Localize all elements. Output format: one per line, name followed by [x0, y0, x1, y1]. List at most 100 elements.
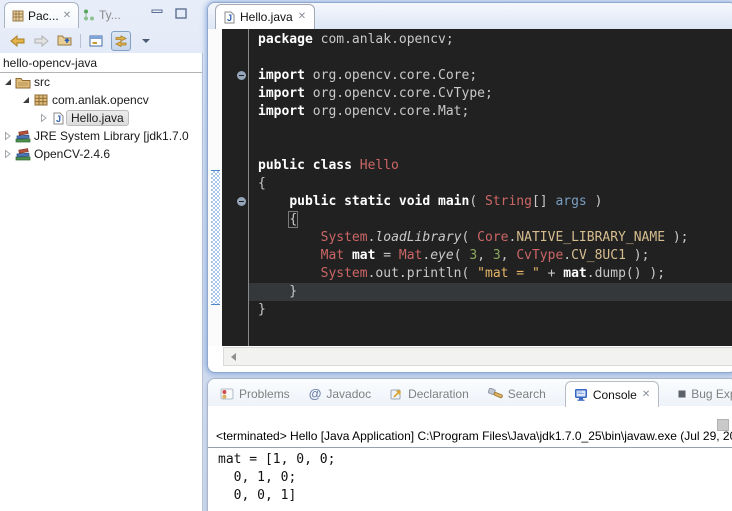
code-token: ( [462, 230, 478, 245]
collapse-twistie-icon[interactable] [20, 96, 32, 104]
back-button[interactable] [8, 32, 26, 50]
console-output[interactable]: mat = [1, 0, 0; 0, 1, 0; 0, 0, 1] [218, 451, 335, 505]
code-token: org.opencv.core.Mat; [305, 104, 469, 119]
code-line[interactable]: System.out.println( "mat = " + mat.dump(… [249, 265, 732, 283]
horizontal-scrollbar[interactable] [223, 347, 732, 366]
code-line[interactable]: import org.opencv.core.Core; [249, 67, 732, 85]
package-explorer-view: Pac... ✕ Ty... [0, 0, 203, 511]
code-token: .out.println( [368, 266, 478, 281]
view-menu-chevron-icon[interactable] [137, 32, 155, 50]
code-line[interactable] [249, 49, 732, 67]
code-line[interactable] [249, 121, 732, 139]
link-with-editor-toggle[interactable] [111, 31, 131, 51]
tab-label: Console [593, 388, 637, 402]
toolbar-separator [80, 34, 81, 48]
code-token: ) [587, 194, 603, 209]
forward-button[interactable] [32, 32, 50, 50]
tab-type-hierarchy[interactable]: Ty... [76, 2, 128, 27]
console-tabbar: Problems @Javadoc Declaration Search Console… [208, 379, 732, 406]
code-token: org.opencv.core.CvType; [305, 86, 493, 101]
tree-item-project[interactable]: hello-opencv-java [0, 53, 202, 73]
tab-declaration[interactable]: Declaration [390, 382, 469, 406]
code-token: ); [665, 230, 688, 245]
editor-part: J Hello.java ✕ package com.anlak.opencv;… [207, 2, 732, 373]
library-icon [14, 130, 31, 143]
svg-text:J: J [227, 13, 232, 23]
code-token [258, 212, 289, 227]
tree-item-jre-system-library-jdk1-7-0[interactable]: JRE System Library [jdk1.7.0 [0, 127, 202, 145]
code-token: NATIVE_LIBRARY_NAME [516, 230, 665, 245]
tree-item-opencv-2-4-6[interactable]: OpenCV-2.4.6 [0, 145, 202, 163]
console-icon [574, 388, 588, 401]
close-icon[interactable]: ✕ [298, 12, 306, 22]
close-icon[interactable]: ✕ [63, 11, 71, 21]
collapse-all-button[interactable] [87, 32, 105, 50]
maximize-view-button[interactable] [173, 7, 189, 20]
minimize-view-button[interactable] [149, 7, 165, 20]
expand-twistie-icon[interactable] [38, 113, 50, 123]
code-editor[interactable]: package com.anlak.opencv; import org.open… [222, 29, 732, 346]
java-file-icon: J [224, 11, 235, 24]
code-line[interactable]: Mat mat = Mat.eye( 3, 3, CvType.CV_8UC1 … [249, 247, 732, 265]
code-token: eye [430, 248, 453, 263]
code-token [258, 266, 321, 281]
code-line[interactable]: import org.opencv.core.CvType; [249, 85, 732, 103]
code-token: System [321, 230, 368, 245]
code-token: } [258, 284, 297, 299]
code-line[interactable]: package com.anlak.opencv; [249, 31, 732, 49]
code-line[interactable]: { [249, 175, 732, 193]
code-token: , [501, 248, 517, 263]
code-token [258, 230, 321, 245]
tab-search[interactable]: Search [488, 382, 546, 406]
collapse-fold-icon[interactable] [237, 197, 246, 206]
collapse-fold-icon[interactable] [237, 71, 246, 80]
code-token: import [258, 86, 305, 101]
code-token: mat [563, 266, 586, 281]
tab-label: Hello.java [240, 10, 293, 24]
code-line[interactable]: } [249, 301, 732, 319]
collapse-twistie-icon[interactable] [2, 78, 14, 86]
code-token: { [289, 212, 297, 227]
package-explorer-tabbar: Pac... ✕ Ty... [0, 0, 203, 28]
code-line[interactable]: System.loadLibrary( Core.NATIVE_LIBRARY_… [249, 229, 732, 247]
code-area[interactable]: package com.anlak.opencv; import org.open… [249, 29, 732, 346]
expand-twistie-icon[interactable] [2, 149, 14, 159]
code-line[interactable] [249, 139, 732, 157]
code-token: ( [454, 248, 470, 263]
code-token: + [540, 266, 563, 281]
go-up-button[interactable] [56, 32, 74, 50]
code-token: CV_8UC1 [571, 248, 626, 263]
code-token: Mat [399, 248, 422, 263]
code-line[interactable]: } [249, 283, 732, 301]
code-line[interactable]: import org.opencv.core.Mat; [249, 103, 732, 121]
tab-label: Javadoc [326, 387, 371, 401]
code-token: public static void main [289, 194, 469, 209]
left-ruler [208, 29, 222, 346]
tree-item-src[interactable]: src [0, 73, 202, 91]
search-icon [488, 388, 503, 400]
code-token: org.opencv.core.Core; [305, 68, 477, 83]
tab-problems[interactable]: Problems [220, 382, 290, 406]
code-line[interactable]: public class Hello [249, 157, 732, 175]
code-token: Hello [360, 158, 399, 173]
code-token: String [485, 194, 532, 209]
close-icon[interactable]: ✕ [642, 390, 650, 400]
tab-bug-explorer[interactable]: Bug Explorer [678, 382, 732, 406]
code-token: import [258, 104, 305, 119]
tab-label: Problems [239, 387, 290, 401]
code-token: , [477, 248, 493, 263]
tab-package-explorer[interactable]: Pac... ✕ [4, 2, 79, 28]
expand-twistie-icon[interactable] [2, 131, 14, 141]
editor-tabbar: J Hello.java ✕ [208, 3, 732, 30]
tab-console[interactable]: Console ✕ [565, 381, 659, 407]
code-line[interactable]: { [249, 211, 732, 229]
code-line[interactable]: public static void main( String[] args ) [249, 193, 732, 211]
tab-javadoc[interactable]: @Javadoc [309, 382, 371, 406]
tree-item-com-anlak-opencv[interactable]: com.anlak.opencv [0, 91, 202, 109]
package-explorer-tree: hello-opencv-java srccom.anlak.opencvJHe… [0, 53, 203, 511]
tab-hello-java[interactable]: J Hello.java ✕ [215, 4, 315, 29]
code-token: public class [258, 158, 352, 173]
tree-item-hello-java[interactable]: JHello.java [0, 109, 202, 127]
scroll-left-arrow-icon[interactable] [231, 353, 236, 361]
code-token: import [258, 68, 305, 83]
